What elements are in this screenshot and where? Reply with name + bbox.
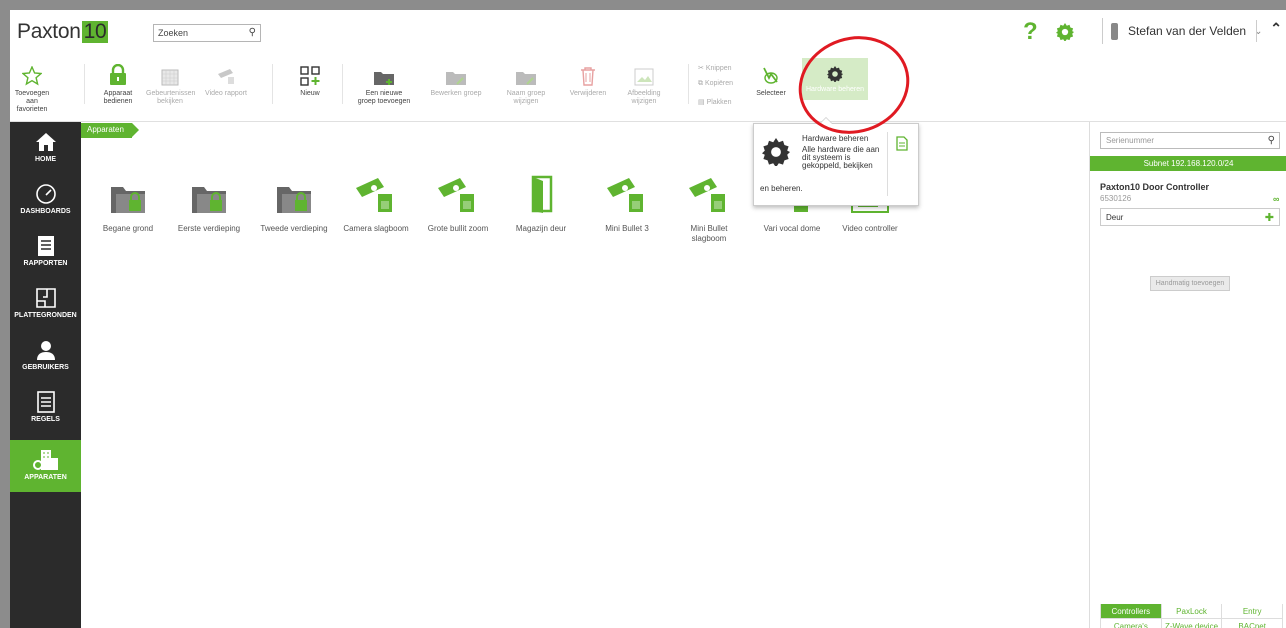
home-icon: [35, 133, 56, 151]
sidebar-item-floorplans[interactable]: PLATTEGRONDEN: [10, 286, 81, 319]
link-icon[interactable]: ∞: [1273, 194, 1279, 204]
sidebar-item-home[interactable]: HOME: [10, 130, 81, 163]
rename-group-button[interactable]: Naam groep wijzigen: [502, 58, 550, 106]
search-input[interactable]: Zoeken ⚲: [153, 24, 261, 42]
device-folder-begane-grond[interactable]: Begane grond: [94, 170, 162, 234]
add-door-icon[interactable]: ✚: [1265, 211, 1274, 224]
tooltip-text-end: en beheren.: [760, 184, 803, 193]
breadcrumb[interactable]: Apparaten: [81, 123, 139, 138]
select-icon: [763, 67, 778, 84]
floorplan-icon: [35, 288, 56, 308]
add-favourite-button[interactable]: Toevoegen aan favorieten: [10, 58, 54, 114]
search-icon[interactable]: ⚲: [249, 27, 256, 38]
user-icon: [36, 341, 55, 360]
rules-icon: [36, 391, 55, 413]
folder-lock-icon: [277, 187, 311, 213]
tooltip-title: Hardware beheren: [802, 134, 869, 143]
help-icon[interactable]: ?: [1023, 18, 1038, 46]
view-events-button[interactable]: Gebeurtenissen bekijken: [146, 58, 195, 106]
gear-icon: [762, 138, 790, 171]
camera-icon: [607, 178, 643, 212]
star-icon: [22, 66, 42, 86]
video-report-button[interactable]: Video rapport: [202, 58, 250, 98]
paxton-logo: Paxton 10: [17, 20, 109, 43]
app-window: Paxton 10 Zoeken ⚲ ? Stefan van der Velde…: [10, 10, 1286, 628]
settings-gear-icon[interactable]: [1056, 23, 1074, 46]
calendar-icon: [161, 69, 179, 86]
device-folder-tweede-verdieping[interactable]: Tweede verdieping: [260, 170, 328, 234]
folder-lock-icon: [192, 187, 226, 213]
folder-lock-icon: [111, 187, 145, 213]
new-grid-icon: [300, 66, 320, 86]
new-button[interactable]: Nieuw: [292, 58, 328, 98]
camera-icon: [218, 69, 234, 84]
hardware-tooltip: Hardware beheren Alle hardware die aan d…: [753, 117, 919, 206]
tab-bacnet[interactable]: BACnet: [1222, 619, 1284, 628]
right-panel: Serienummer ⚲ Subnet 192.168.120.0/24 Pa…: [1089, 122, 1286, 628]
devices-icon: [32, 450, 58, 470]
tab-controllers[interactable]: Controllers: [1100, 604, 1162, 619]
ribbon-toolbar: Toevoegen aan favorieten Apparaat bedien…: [10, 50, 1286, 122]
operate-device-button[interactable]: Apparaat bedienen: [98, 58, 138, 106]
manual-add-button[interactable]: Handmatig toevoegen: [1150, 276, 1230, 291]
folder-rename-icon: [516, 72, 536, 85]
sidebar-item-reports[interactable]: RAPPORTEN: [10, 234, 81, 267]
collapse-ribbon-icon[interactable]: ⌃: [1256, 20, 1282, 42]
cut-button[interactable]: ✂ Knippen: [698, 64, 732, 72]
report-icon: [37, 236, 54, 256]
tab-paxlock[interactable]: PaxLock: [1161, 604, 1223, 619]
device-mini-bullet-3[interactable]: Mini Bullet 3: [593, 170, 661, 234]
paste-button[interactable]: ▤ Plakken: [698, 98, 731, 106]
select-button[interactable]: Selecteer: [754, 58, 788, 98]
sidebar-item-dashboards[interactable]: DASHBOARDS: [10, 182, 81, 215]
device-folder-eerste-verdieping[interactable]: Eerste verdieping: [175, 170, 243, 234]
device-mini-bullet-slagboom[interactable]: Mini Bullet slagboom: [675, 170, 743, 244]
sidebar-item-devices[interactable]: APPARATEN: [10, 440, 81, 492]
sidebar-item-rules[interactable]: REGELS: [10, 390, 81, 423]
search-icon[interactable]: ⚲: [1268, 135, 1275, 146]
device-camera-slagboom[interactable]: Camera slagboom: [342, 170, 410, 234]
sidebar-item-users[interactable]: GEBRUIKERS: [10, 338, 81, 371]
user-menu[interactable]: Stefan van der Velden ⌄: [1102, 18, 1262, 44]
tab-entry[interactable]: Entry: [1222, 604, 1284, 619]
tab-zwave[interactable]: Z-Wave device: [1162, 619, 1223, 628]
copy-button[interactable]: ⧉ Kopiëren: [698, 80, 733, 88]
controller-serial: 6530126: [1100, 194, 1132, 203]
tab-cameras[interactable]: Camera's: [1100, 619, 1162, 628]
document-icon[interactable]: [896, 136, 908, 156]
image-icon: [634, 68, 654, 86]
door-icon: [531, 175, 553, 213]
subnet-header: Subnet 192.168.120.0/24: [1090, 156, 1286, 171]
tooltip-text: Alle hardware die aan dit systeem is gek…: [802, 145, 880, 170]
change-image-button[interactable]: Afbeelding wijzigen: [622, 58, 666, 106]
door-row[interactable]: Deur ✚: [1100, 208, 1280, 226]
camera-icon: [689, 178, 725, 212]
delete-button[interactable]: Verwijderen: [566, 58, 610, 98]
folder-edit-icon: [446, 72, 466, 85]
avatar: [1111, 22, 1118, 40]
device-grote-bullit-zoom[interactable]: Grote bullit zoom: [424, 170, 492, 234]
dashboard-icon: [35, 184, 56, 204]
top-bar: Paxton 10 Zoeken ⚲ ? Stefan van der Velde…: [10, 10, 1286, 50]
camera-icon: [356, 178, 392, 212]
camera-icon: [438, 178, 474, 212]
sidebar: HOME DASHBOARDS RAPPORTEN PLATTEGRONDEN …: [10, 122, 81, 628]
folder-add-icon: [374, 72, 394, 85]
device-magazijn-deur[interactable]: Magazijn deur: [507, 170, 575, 234]
controller-name[interactable]: Paxton10 Door Controller: [1100, 182, 1209, 192]
user-name: Stefan van der Velden: [1128, 24, 1247, 38]
edit-group-button[interactable]: Bewerken groep: [430, 58, 482, 98]
lock-icon: [110, 64, 126, 85]
add-group-button[interactable]: Een nieuwe groep toevoegen: [356, 58, 412, 106]
serial-number-input[interactable]: Serienummer ⚲: [1100, 132, 1280, 149]
device-type-tabs: Controllers PaxLock Entry Camera's Z-Wav…: [1100, 604, 1284, 628]
trash-icon: [581, 67, 595, 86]
